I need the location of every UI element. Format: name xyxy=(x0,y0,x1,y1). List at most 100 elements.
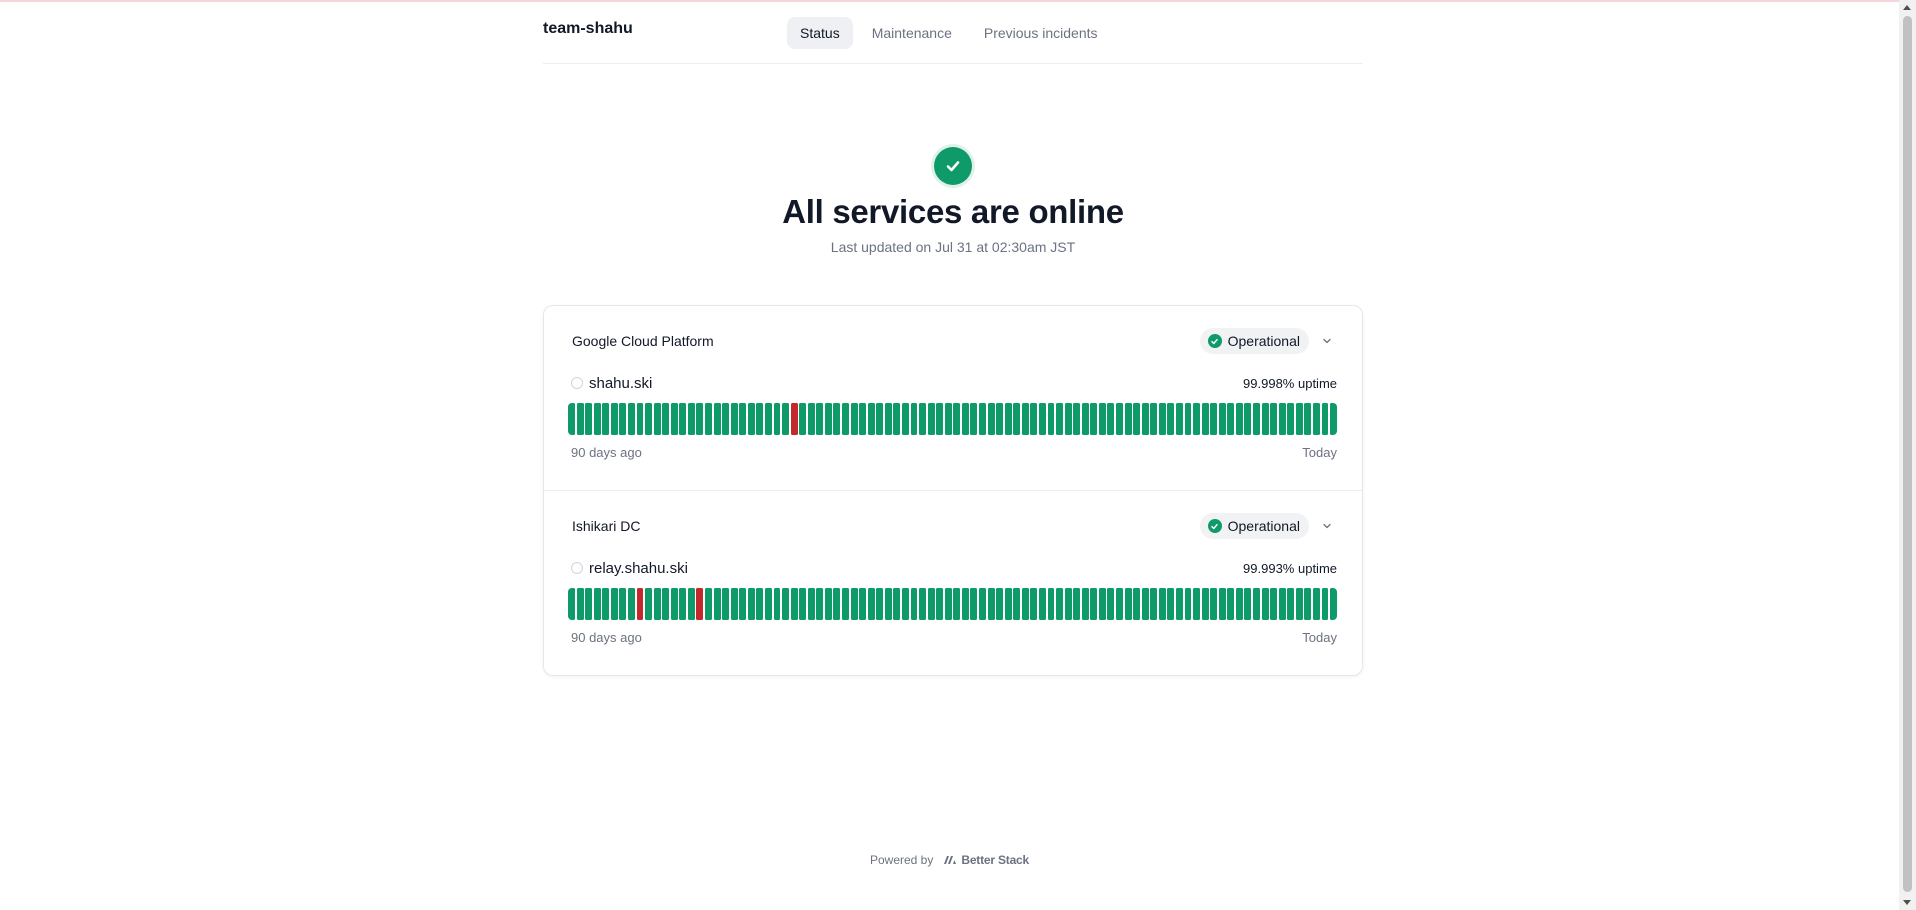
uptime-bar[interactable] xyxy=(627,588,635,620)
scroll-down-arrow[interactable] xyxy=(1903,900,1911,905)
uptime-bar[interactable] xyxy=(1270,588,1278,620)
uptime-bar[interactable] xyxy=(679,403,687,435)
uptime-bar[interactable] xyxy=(910,403,918,435)
uptime-bar[interactable] xyxy=(705,588,712,620)
uptime-bar[interactable] xyxy=(944,588,952,620)
uptime-bar[interactable] xyxy=(662,403,670,435)
uptime-bar[interactable] xyxy=(1244,588,1252,620)
uptime-bar[interactable] xyxy=(764,588,772,620)
uptime-bar[interactable] xyxy=(722,588,730,620)
uptime-bar[interactable] xyxy=(884,403,892,435)
uptime-bar[interactable] xyxy=(1038,403,1046,435)
uptime-bar[interactable] xyxy=(867,403,875,435)
uptime-bar[interactable] xyxy=(585,403,593,435)
uptime-bar[interactable] xyxy=(1330,403,1338,435)
brand-name[interactable]: team-shahu xyxy=(543,20,633,38)
uptime-bar[interactable] xyxy=(824,403,832,435)
uptime-bar[interactable] xyxy=(722,403,730,435)
uptime-bar[interactable] xyxy=(602,588,610,620)
uptime-bar[interactable] xyxy=(1312,403,1320,435)
uptime-bar[interactable] xyxy=(953,403,961,435)
uptime-bar[interactable] xyxy=(670,588,678,620)
uptime-bar[interactable] xyxy=(1004,403,1012,435)
uptime-bar[interactable] xyxy=(696,403,704,435)
uptime-bar[interactable] xyxy=(653,588,661,620)
uptime-bar[interactable] xyxy=(773,588,781,620)
monitor-name[interactable]: shahu.ski xyxy=(589,375,652,392)
uptime-bar[interactable] xyxy=(756,403,764,435)
uptime-bar[interactable] xyxy=(593,588,601,620)
monitor-name[interactable]: relay.shahu.ski xyxy=(589,560,688,577)
uptime-bar[interactable] xyxy=(936,588,944,620)
uptime-bar[interactable] xyxy=(1124,403,1132,435)
uptime-bar[interactable] xyxy=(919,588,927,620)
uptime-bar[interactable] xyxy=(1304,588,1312,620)
vertical-scrollbar[interactable] xyxy=(1899,0,1916,910)
uptime-bar[interactable] xyxy=(961,403,969,435)
uptime-bar[interactable] xyxy=(1167,588,1175,620)
uptime-bar[interactable] xyxy=(1047,403,1055,435)
uptime-bar[interactable] xyxy=(687,403,695,435)
uptime-bar[interactable] xyxy=(679,588,687,620)
uptime-bar[interactable] xyxy=(1295,403,1303,435)
scroll-thumb[interactable] xyxy=(1903,16,1912,892)
uptime-bar[interactable] xyxy=(670,403,678,435)
uptime-bar[interactable] xyxy=(705,403,712,435)
uptime-bar[interactable] xyxy=(1107,403,1115,435)
uptime-bar[interactable] xyxy=(576,588,584,620)
uptime-bar[interactable] xyxy=(833,588,841,620)
uptime-bar[interactable] xyxy=(884,588,892,620)
uptime-bar[interactable] xyxy=(610,588,618,620)
uptime-bar[interactable] xyxy=(996,403,1004,435)
uptime-bar[interactable] xyxy=(1124,588,1132,620)
uptime-bar[interactable] xyxy=(1227,403,1235,435)
uptime-bar[interactable] xyxy=(739,588,747,620)
uptime-bar[interactable] xyxy=(824,588,832,620)
uptime-bar[interactable] xyxy=(619,403,627,435)
uptime-bar[interactable] xyxy=(799,403,807,435)
uptime-bar[interactable] xyxy=(850,403,858,435)
uptime-bar[interactable] xyxy=(1253,588,1260,620)
uptime-bar[interactable] xyxy=(859,588,867,620)
uptime-bar[interactable] xyxy=(653,403,661,435)
uptime-bar[interactable] xyxy=(1064,588,1072,620)
uptime-bar-incident[interactable] xyxy=(696,588,704,620)
uptime-bar[interactable] xyxy=(764,403,772,435)
uptime-bar[interactable] xyxy=(1030,588,1038,620)
uptime-bar[interactable] xyxy=(713,588,721,620)
uptime-bar[interactable] xyxy=(927,403,935,435)
uptime-bar[interactable] xyxy=(816,588,824,620)
uptime-bar[interactable] xyxy=(842,403,849,435)
uptime-bar[interactable] xyxy=(1056,588,1064,620)
uptime-bar[interactable] xyxy=(987,588,995,620)
uptime-bar[interactable] xyxy=(996,588,1004,620)
uptime-bar[interactable] xyxy=(1304,403,1312,435)
uptime-bar[interactable] xyxy=(1158,403,1166,435)
uptime-bar[interactable] xyxy=(1073,588,1081,620)
uptime-bar[interactable] xyxy=(1175,588,1183,620)
uptime-bar[interactable] xyxy=(1312,588,1320,620)
chevron-down-icon[interactable] xyxy=(1317,331,1337,351)
uptime-bar[interactable] xyxy=(842,588,849,620)
uptime-bar[interactable] xyxy=(1201,403,1209,435)
uptime-bar[interactable] xyxy=(1330,588,1338,620)
uptime-bar[interactable] xyxy=(919,403,927,435)
uptime-bar[interactable] xyxy=(1201,588,1209,620)
uptime-bar[interactable] xyxy=(1090,403,1098,435)
uptime-bar[interactable] xyxy=(1261,403,1269,435)
uptime-bar[interactable] xyxy=(610,403,618,435)
uptime-bar[interactable] xyxy=(747,588,755,620)
uptime-bar[interactable] xyxy=(730,403,738,435)
uptime-bar[interactable] xyxy=(1193,588,1201,620)
uptime-bar[interactable] xyxy=(1047,588,1055,620)
uptime-bar[interactable] xyxy=(1321,403,1329,435)
uptime-bar-incident[interactable] xyxy=(636,588,644,620)
uptime-bar[interactable] xyxy=(662,588,670,620)
uptime-bar[interactable] xyxy=(1150,403,1158,435)
uptime-bar[interactable] xyxy=(1021,403,1029,435)
uptime-bar[interactable] xyxy=(1098,588,1106,620)
uptime-bar[interactable] xyxy=(1175,403,1183,435)
chevron-down-icon[interactable] xyxy=(1317,516,1337,536)
betterstack-logo[interactable]: Better Stack xyxy=(943,853,1029,867)
uptime-bar[interactable] xyxy=(568,403,575,435)
